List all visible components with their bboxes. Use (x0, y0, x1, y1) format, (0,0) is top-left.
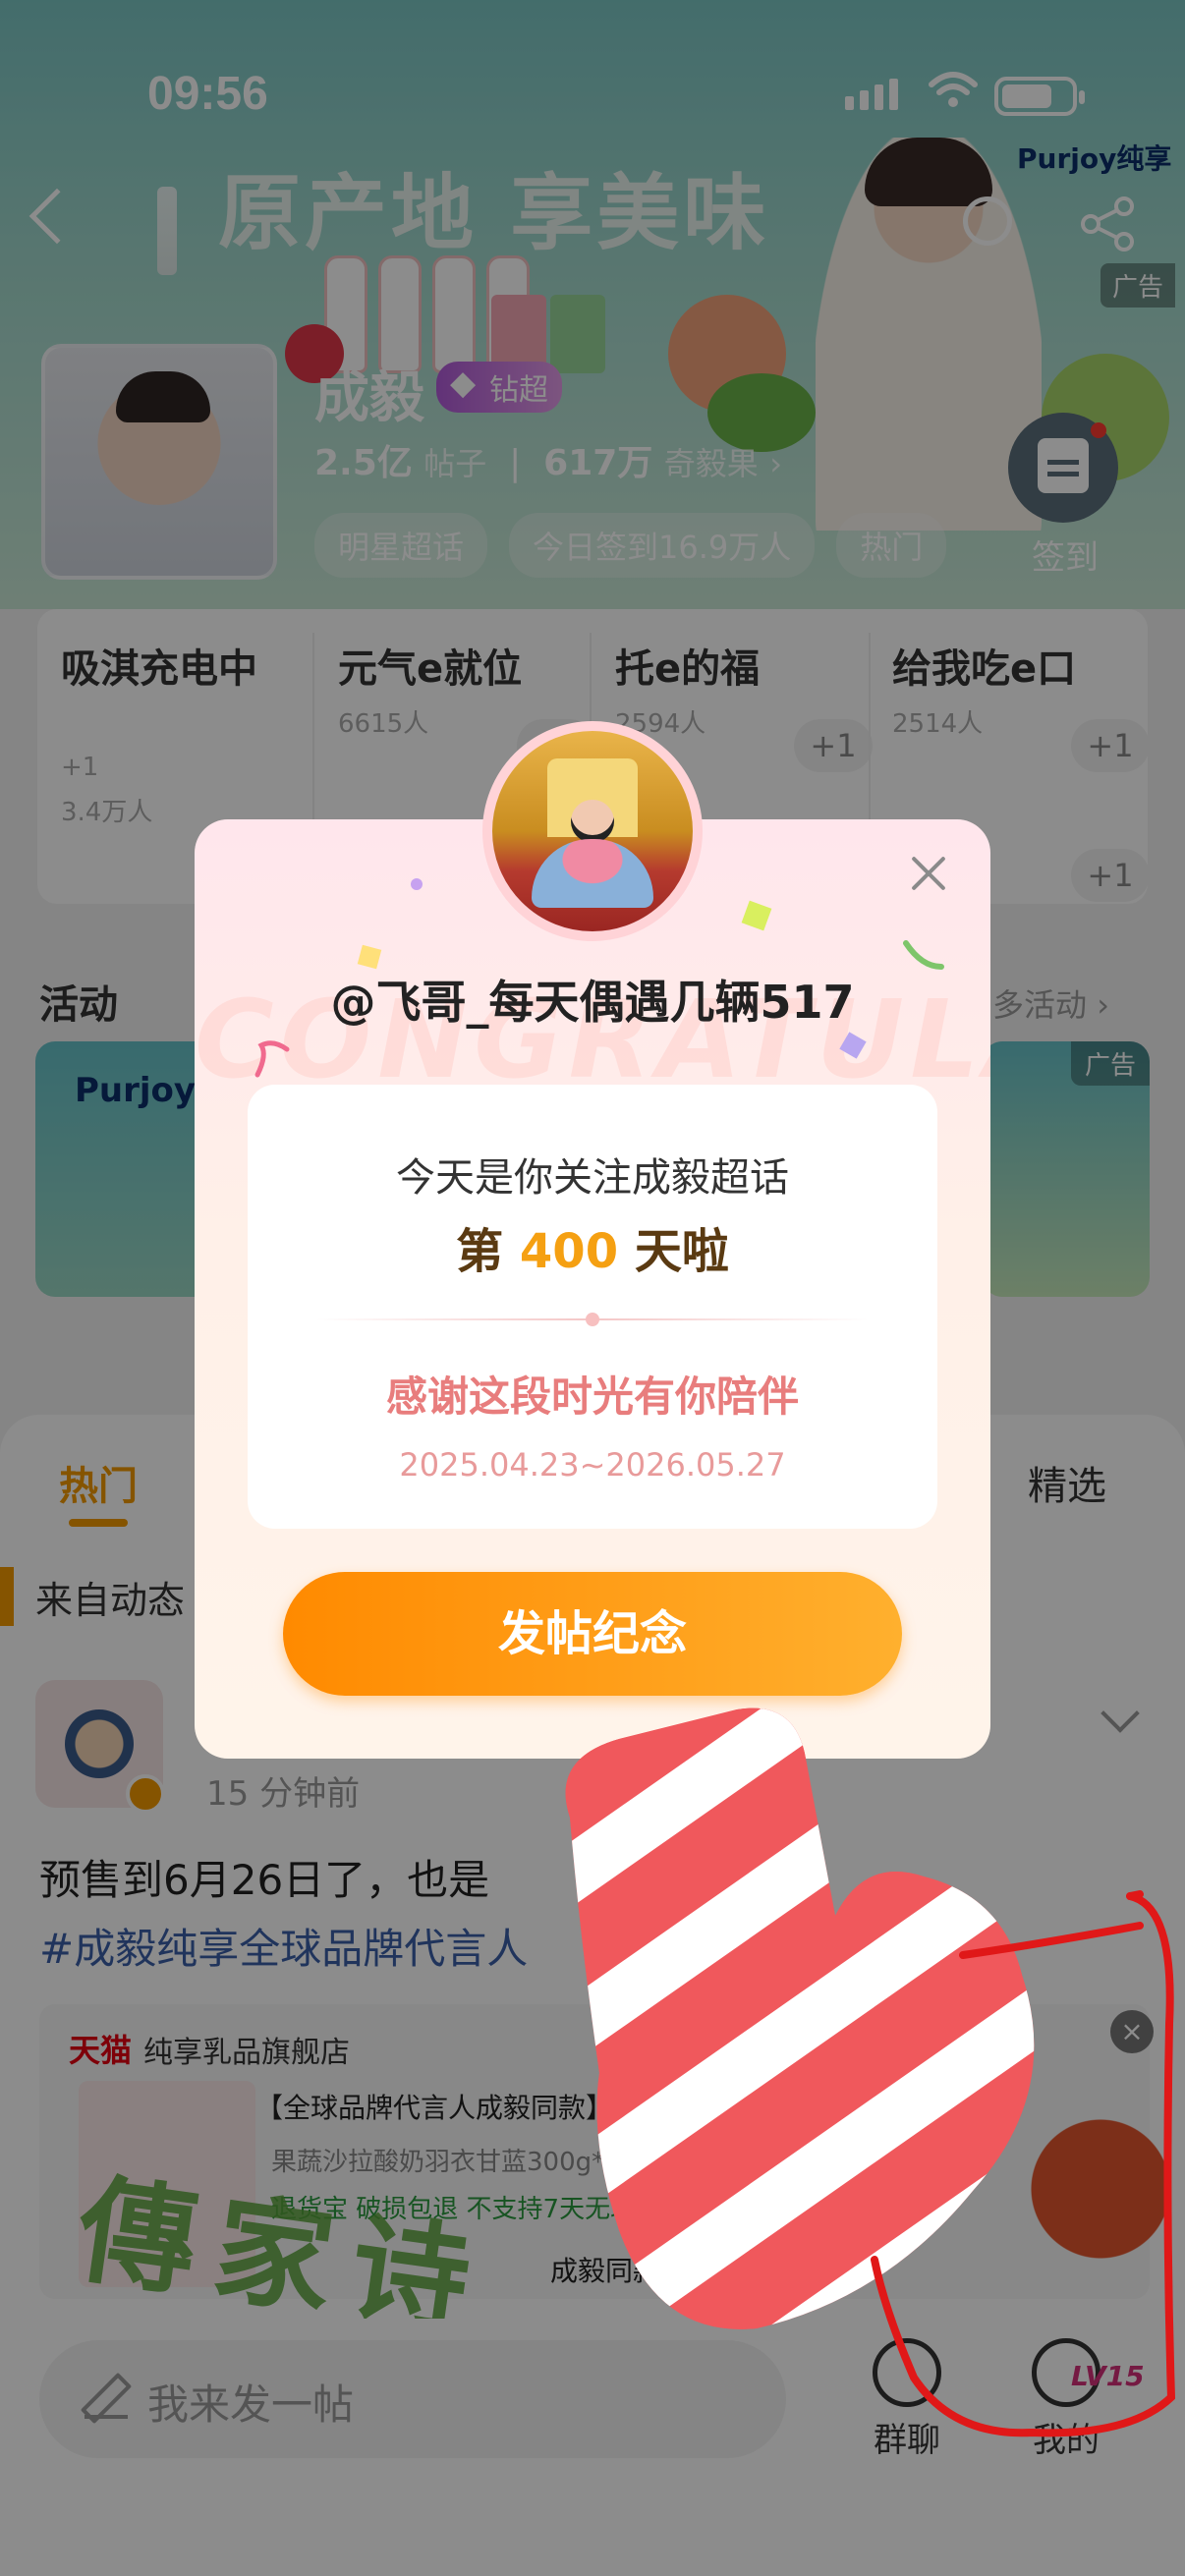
anniversary-modal: CONGRATULATE @飞哥_每天偶遇几辆517 今天是你关注成毅超话 第 … (195, 721, 990, 1759)
confetti-icon (254, 1040, 290, 1078)
red-annotation-outline (871, 1890, 1176, 2437)
post-memorial-button[interactable]: 发帖纪念 (283, 1572, 902, 1696)
day-count: 400 (519, 1224, 619, 1279)
thanks-text: 感谢这段时光有你陪伴 (385, 1372, 799, 1421)
date-range: 2025.04.23~2026.05.27 (399, 1446, 786, 1484)
confetti-icon (411, 878, 423, 890)
day-count-line: 第 400 天啦 (248, 1212, 937, 1281)
dress-image (532, 839, 653, 908)
figure-image (571, 800, 614, 843)
modal-username: @飞哥_每天偶遇几辆517 (330, 976, 855, 1029)
confetti-icon (741, 900, 772, 931)
divider-dot (586, 1313, 599, 1326)
card-line1: 今天是你关注成毅超话 (396, 1155, 789, 1201)
day-prefix: 第 (456, 1224, 504, 1279)
close-icon[interactable] (904, 849, 953, 898)
confetti-icon (357, 944, 382, 970)
user-avatar (482, 721, 703, 941)
day-suffix: 天啦 (634, 1224, 729, 1279)
anniversary-card: 今天是你关注成毅超话 第 400 天啦 感谢这段时光有你陪伴 2025.04.2… (248, 1085, 937, 1529)
